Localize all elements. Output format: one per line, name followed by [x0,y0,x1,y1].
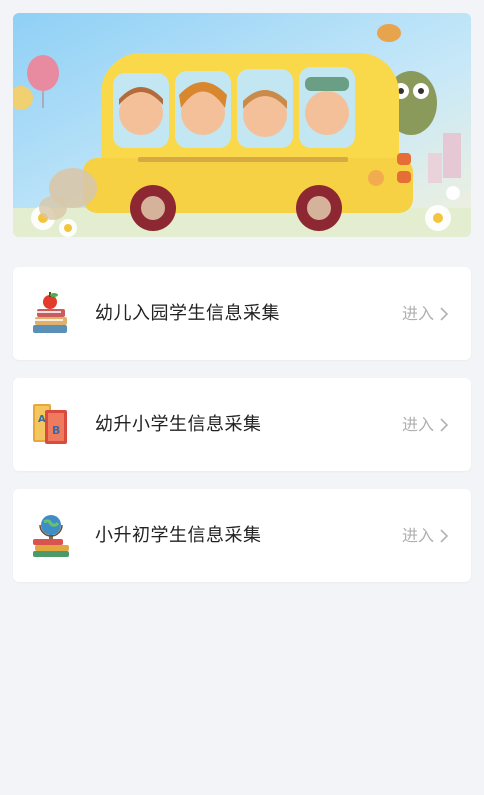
enter-label[interactable]: 进入 [402,489,434,582]
banner-image [13,13,471,237]
chevron-right-icon [440,529,449,543]
chevron-right-icon [440,307,449,321]
card-title: 小升初学生信息采集 [95,525,262,546]
svg-text:A: A [38,414,46,425]
apple-on-books-icon [33,292,67,333]
card-kindergarten-to-primary[interactable]: A B 幼升小学生信息采集 进入 [13,378,471,471]
card-title: 幼儿入园学生信息采集 [95,303,280,324]
ab-books-icon: A B [33,404,67,444]
card-kindergarten-entry[interactable]: 幼儿入园学生信息采集 进入 [13,267,471,360]
card-title: 幼升小学生信息采集 [95,414,262,435]
globe-on-books-icon [33,515,69,557]
chevron-right-icon [440,418,449,432]
school-bus-illustration [13,13,471,237]
svg-text:B: B [52,424,60,437]
enter-label[interactable]: 进入 [402,378,434,471]
card-primary-to-junior[interactable]: 小升初学生信息采集 进入 [13,489,471,582]
enter-label[interactable]: 进入 [402,267,434,360]
